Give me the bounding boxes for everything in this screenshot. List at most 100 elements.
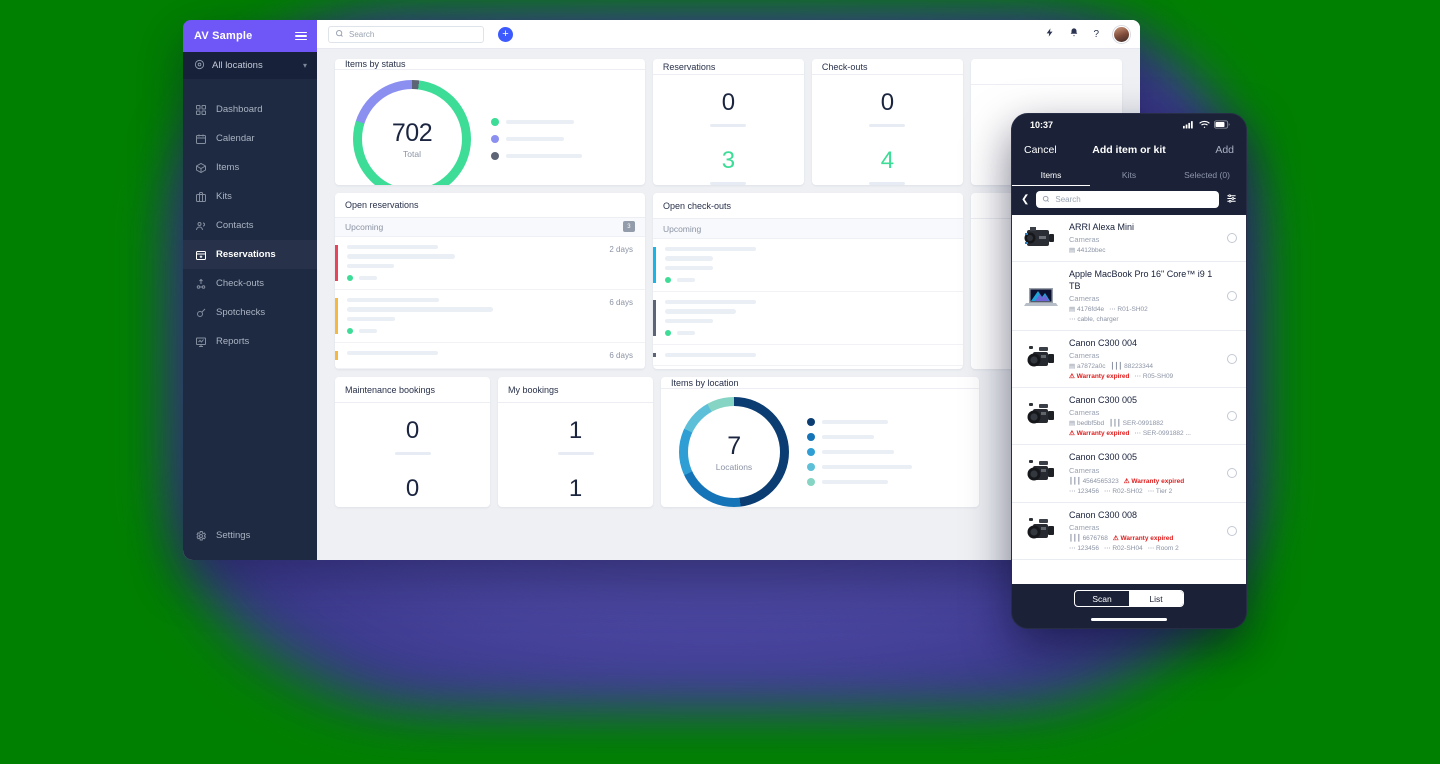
serial-icon: ┃┃┃ bbox=[1109, 420, 1121, 428]
legend-item bbox=[491, 152, 582, 160]
meta-text: 123456 bbox=[1077, 487, 1100, 495]
avatar[interactable] bbox=[1113, 25, 1130, 43]
reservation-row[interactable]: 2 days bbox=[335, 237, 645, 290]
item-meta: ▤ bedbf5bd ┃┃┃ SER-0991882 bbox=[1069, 419, 1219, 427]
select-radio[interactable] bbox=[1227, 353, 1237, 364]
warning-icon: ⚠ bbox=[1069, 430, 1075, 438]
sidebar-item-reservations[interactable]: Reservations bbox=[183, 240, 317, 269]
select-radio[interactable] bbox=[1227, 233, 1237, 244]
items-by-status-chart: 702 Total bbox=[335, 70, 645, 185]
meta-text: 88223344 bbox=[1124, 363, 1154, 370]
card-title: Check-outs bbox=[811, 59, 963, 75]
sidebar-item-reports[interactable]: Reports bbox=[183, 327, 317, 356]
maintenance-count-2: 0 bbox=[405, 475, 420, 502]
legend-dot bbox=[807, 433, 815, 441]
legend-dot bbox=[491, 152, 499, 160]
tag-icon: ⋯ bbox=[1147, 544, 1155, 552]
filter-sliders-icon[interactable] bbox=[1226, 193, 1237, 207]
global-search[interactable]: Search bbox=[328, 25, 484, 43]
location-selector[interactable]: All locations ▾ bbox=[183, 52, 317, 79]
tab-kits[interactable]: Kits bbox=[1090, 164, 1168, 186]
legend-label-placeholder bbox=[822, 450, 894, 454]
meta-text: Warranty expired bbox=[1076, 430, 1130, 438]
top-bar: Search + ? bbox=[317, 20, 1140, 49]
list-item[interactable]: Canon C300 005 Cameras ▤ bedbf5bd ┃┃┃ SE… bbox=[1012, 388, 1246, 446]
item-category: Cameras bbox=[1069, 293, 1100, 303]
item-title: Apple MacBook Pro 16" Core™ i9 1 TB bbox=[1069, 269, 1213, 291]
list-item[interactable]: Canon C300 008 Cameras ┃┃┃ 6676768 ⚠ War… bbox=[1012, 503, 1246, 560]
status-time: 10:37 bbox=[1030, 120, 1054, 130]
list-item[interactable]: ARRI Alexa Mini Cameras ▤ 4412bbec bbox=[1012, 215, 1246, 263]
hamburger-icon[interactable] bbox=[295, 31, 307, 41]
item-category: Cameras bbox=[1069, 408, 1100, 418]
checkout-row[interactable] bbox=[652, 292, 963, 345]
meta-text: Warranty expired bbox=[1131, 477, 1185, 485]
row-placeholders bbox=[656, 247, 951, 283]
label-placeholder bbox=[557, 452, 594, 455]
item-info: ARRI Alexa Mini Cameras ▤ 4412bbec bbox=[1069, 222, 1219, 254]
legend-item bbox=[491, 135, 582, 143]
reservation-row[interactable]: 6 days bbox=[335, 343, 645, 369]
cancel-button[interactable]: Cancel bbox=[1024, 144, 1057, 156]
item-info: Canon C300 005 Cameras ┃┃┃ 4564565323 ⚠ … bbox=[1069, 452, 1219, 494]
location-label: All locations bbox=[212, 60, 263, 71]
card-my-bookings: My bookings 1 1 bbox=[498, 377, 653, 507]
tag-icon: ⋯ bbox=[1147, 487, 1155, 495]
legend-item bbox=[491, 118, 582, 126]
report-icon bbox=[194, 335, 207, 348]
bell-icon[interactable] bbox=[1069, 27, 1079, 41]
scan-tab[interactable]: Scan bbox=[1075, 591, 1129, 606]
checkout-row[interactable] bbox=[652, 345, 963, 366]
reservation-row[interactable]: 6 days bbox=[335, 290, 645, 343]
sidebar-item-calendar[interactable]: Calendar bbox=[183, 124, 317, 153]
label-placeholder bbox=[394, 452, 431, 455]
meta-text: R05-SH09 bbox=[1142, 373, 1174, 380]
help-icon[interactable]: ? bbox=[1093, 29, 1099, 40]
legend-item bbox=[807, 448, 912, 456]
desktop-app-window: AV Sample All locations ▾ Dashboard Cale… bbox=[183, 20, 1140, 560]
meta-text: 4176fd4e bbox=[1076, 305, 1105, 313]
select-radio[interactable] bbox=[1227, 291, 1237, 301]
checkout-row[interactable] bbox=[652, 239, 963, 292]
list-item[interactable]: Apple MacBook Pro 16" Core™ i9 1 TB Came… bbox=[1012, 262, 1246, 331]
home-indicator bbox=[1091, 618, 1167, 621]
sidebar-item-spotchecks[interactable]: Spotchecks bbox=[183, 298, 317, 327]
legend-label-placeholder bbox=[822, 435, 874, 439]
contacts-icon bbox=[194, 219, 207, 232]
section-label: Upcoming bbox=[662, 223, 702, 234]
add-button[interactable]: + bbox=[498, 26, 513, 42]
select-radio[interactable] bbox=[1227, 525, 1237, 536]
item-list[interactable]: ARRI Alexa Mini Cameras ▤ 4412bbec Apple… bbox=[1012, 215, 1246, 584]
legend-label-placeholder bbox=[822, 465, 912, 469]
list-item[interactable]: Canon C300 004 Cameras ▤ a7872a0c ┃┃┃ 88… bbox=[1012, 331, 1246, 388]
sidebar-item-label: Contacts bbox=[216, 220, 254, 231]
list-item[interactable]: Canon C300 005 Cameras ┃┃┃ 4564565323 ⚠ … bbox=[1012, 445, 1246, 503]
chevron-left-icon[interactable]: ❮ bbox=[1021, 194, 1029, 205]
donut-label: Total bbox=[403, 149, 421, 159]
card-title: Items by status bbox=[335, 59, 645, 70]
meta-text: 123456 bbox=[1077, 544, 1100, 552]
sidebar-item-dashboard[interactable]: Dashboard bbox=[183, 95, 317, 124]
donut-chart: 702 Total bbox=[353, 80, 471, 185]
sidebar-item-contacts[interactable]: Contacts bbox=[183, 211, 317, 240]
select-radio[interactable] bbox=[1227, 411, 1237, 422]
tab-items[interactable]: Items bbox=[1012, 164, 1090, 186]
sidebar-item-kits[interactable]: Kits bbox=[183, 182, 317, 211]
sidebar-item-settings[interactable]: Settings bbox=[183, 521, 317, 550]
item-meta: ┃┃┃ 4564565323 ⚠ Warranty expired bbox=[1069, 477, 1219, 485]
search-input[interactable]: Search bbox=[1036, 191, 1219, 208]
scan-list-toggle[interactable]: Scan List bbox=[1074, 590, 1184, 607]
list-tab[interactable]: List bbox=[1129, 591, 1183, 606]
add-confirm-button[interactable]: Add bbox=[1215, 144, 1234, 156]
sidebar-item-items[interactable]: Items bbox=[183, 153, 317, 182]
search-placeholder: Search bbox=[349, 29, 375, 39]
select-radio[interactable] bbox=[1227, 468, 1237, 479]
card-check-outs: Check-outs 0 4 bbox=[811, 59, 963, 185]
card-maintenance-bookings: Maintenance bookings 0 0 bbox=[335, 377, 490, 507]
tab-selected[interactable]: Selected (0) bbox=[1168, 164, 1246, 186]
sidebar-item-check-outs[interactable]: Check-outs bbox=[183, 269, 317, 298]
legend-item bbox=[807, 433, 912, 441]
card-title: Open reservations bbox=[335, 193, 645, 218]
lightning-icon[interactable] bbox=[1045, 27, 1055, 41]
sidebar-item-label: Check-outs bbox=[216, 278, 265, 289]
